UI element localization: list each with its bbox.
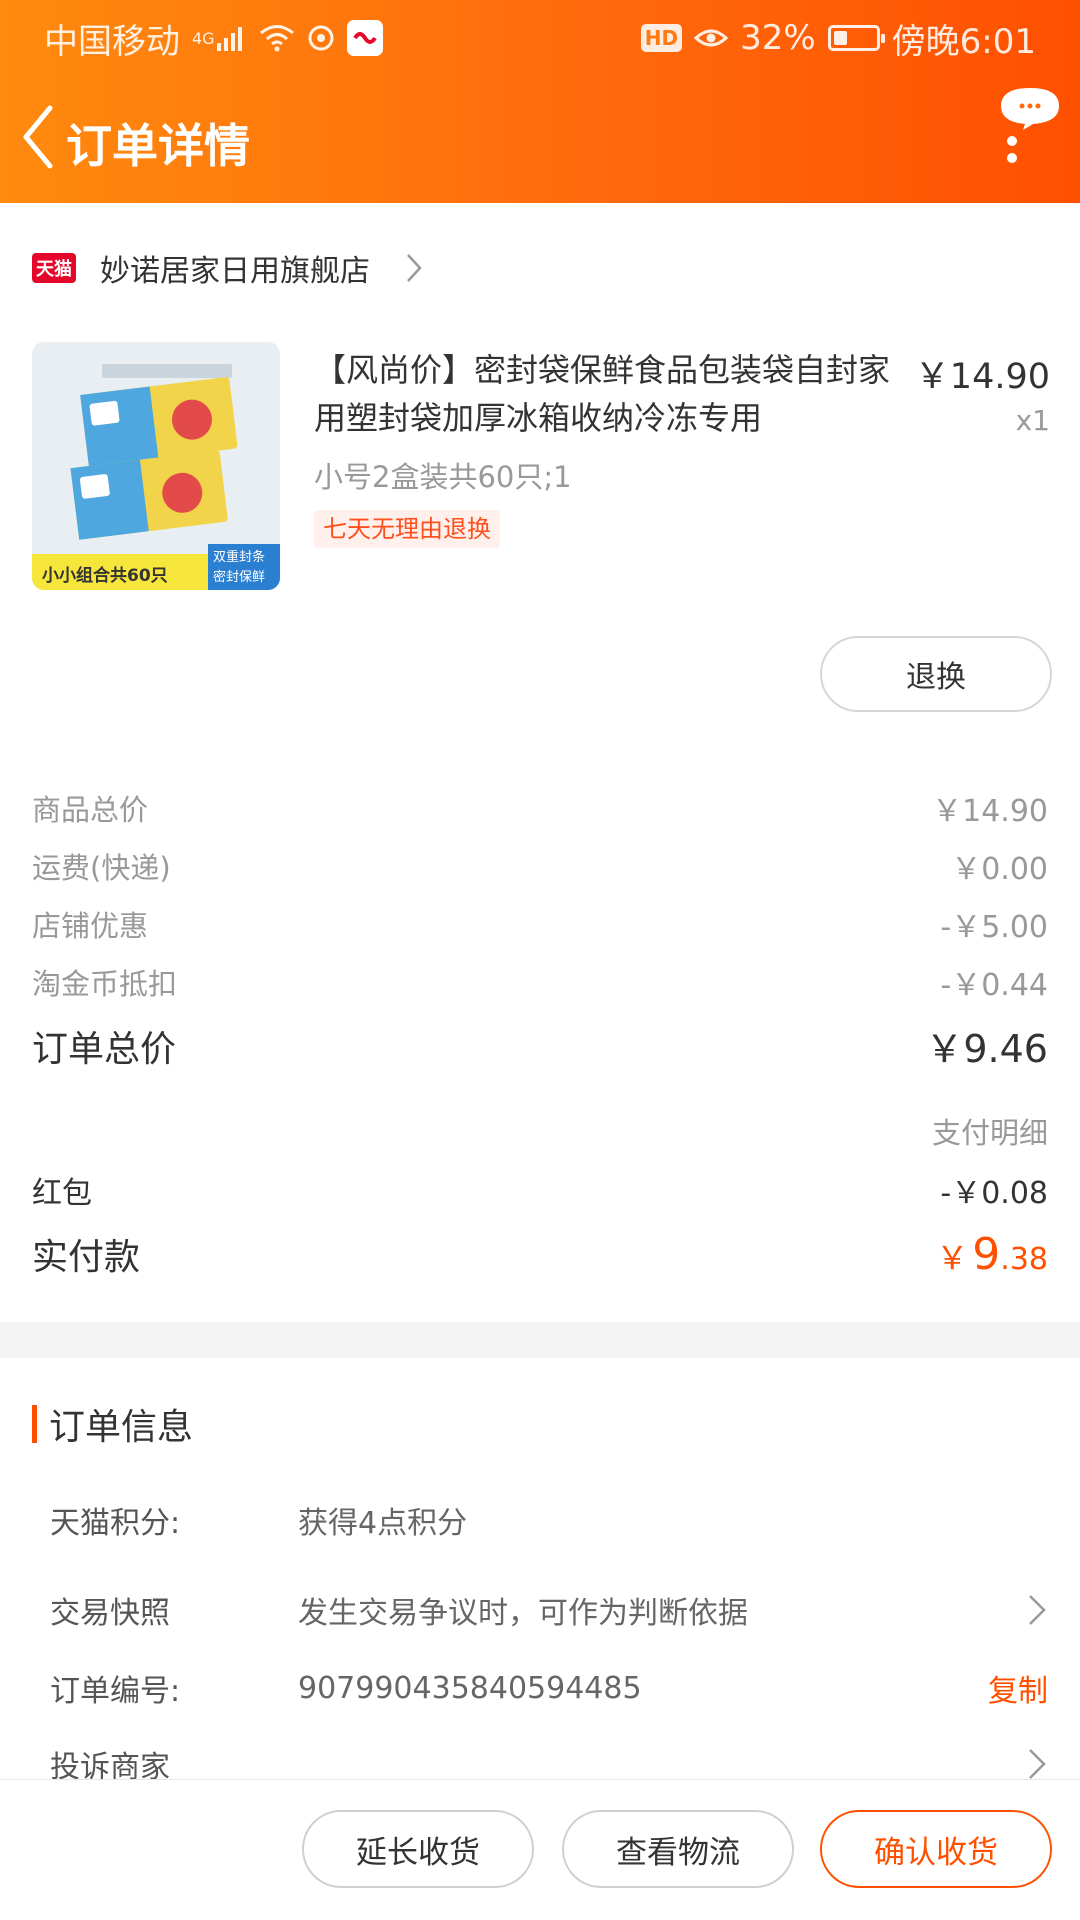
order-total-label: 订单总价 [32, 1028, 177, 1070]
chat-bubble-more-icon [1001, 88, 1059, 163]
product-image-badge-line1: 双重封条 [213, 550, 266, 565]
price-row-goods-total: 商品总价 ￥14.90 [32, 786, 1048, 830]
red-packet-value: -￥0.08 [940, 1176, 1048, 1211]
paid-currency: ￥ [936, 1238, 969, 1277]
nav-bar: 订单详情 [0, 80, 1080, 203]
paid-decimal: .38 [1000, 1241, 1048, 1277]
accent-bar [32, 1405, 37, 1443]
wifi-icon [259, 24, 295, 52]
status-bar: 中国移动 4G HD 32% 傍晚6:01 [0, 0, 1080, 76]
price-row-coin-deduction: 淘金币抵扣 -￥0.44 [32, 960, 1048, 1004]
battery-icon [827, 25, 885, 51]
sync-icon [307, 24, 335, 52]
order-info-title: 订单信息 [49, 1407, 194, 1448]
carrier-label: 中国移动 [44, 21, 180, 62]
info-row-points: 天猫积分: 获得4点积分 [50, 1498, 1048, 1542]
paid-amount-row: 实付款 ￥ 9 .38 [32, 1228, 1048, 1280]
status-right: HD 32% 傍晚6:01 [640, 14, 1036, 63]
network-type: 4G [192, 28, 215, 48]
bottom-action-bar: 延长收货 查看物流 确认收货 [0, 1779, 1080, 1920]
shop-name: 妙诺居家日用旗舰店 [100, 254, 370, 289]
product-image-badge-line2: 密封保鲜 [213, 570, 266, 585]
return-exchange-button[interactable]: 退换 [820, 636, 1052, 712]
more-menu-button[interactable] [995, 84, 1065, 164]
product-title[interactable]: 【风尚价】密封袋保鲜食品包装袋自封家用塑封袋加厚冰箱收纳冷冻专用 [314, 346, 904, 442]
page-title: 订单详情 [66, 119, 250, 173]
chevron-right-icon [1029, 1749, 1046, 1779]
order-info-header: 订单信息 [32, 1398, 193, 1450]
info-row-order-number: 订单编号: 907990435840594485 复制 [50, 1666, 1048, 1710]
product-price: ￥14.90 [914, 357, 1050, 397]
paid-amount-label: 实付款 [32, 1237, 141, 1278]
price-row-shipping: 运费(快递) ￥0.00 [32, 844, 1048, 888]
product-quantity: x1 [1015, 404, 1050, 437]
info-key: 天猫积分: [50, 1506, 181, 1541]
hd-badge: HD [640, 24, 683, 52]
extend-receipt-button[interactable]: 延长收货 [302, 1810, 534, 1888]
clock: 傍晚6:01 [891, 21, 1036, 62]
paid-amount-value: ￥ 9 .38 [936, 1229, 1048, 1280]
back-button[interactable] [16, 102, 60, 172]
price-value: ￥14.90 [932, 794, 1048, 829]
price-label: 淘金币抵扣 [32, 967, 178, 1001]
price-row-shop-discount: 店铺优惠 -￥5.00 [32, 902, 1048, 946]
chevron-right-icon [407, 254, 422, 282]
order-total-row: 订单总价 ￥9.46 [32, 1018, 1048, 1073]
info-value: 907990435840594485 [298, 1670, 642, 1706]
red-packet-row: 红包 -￥0.08 [32, 1168, 1048, 1212]
price-value: ￥0.00 [951, 852, 1048, 887]
signal-icon: 4G [192, 25, 247, 51]
info-key: 订单编号: [50, 1674, 181, 1709]
eye-comfort-icon [694, 26, 729, 50]
paid-integer: 9 [972, 1228, 1001, 1280]
price-label: 店铺优惠 [32, 909, 149, 943]
payment-detail-link[interactable]: 支付明细 [932, 1110, 1048, 1152]
product-sku: 小号2盒装共60只;1 [314, 460, 572, 494]
red-packet-label: 红包 [32, 1176, 92, 1211]
copy-button[interactable]: 复制 [988, 1666, 1048, 1710]
tmall-badge: 天猫 [32, 253, 76, 283]
view-logistics-button[interactable]: 查看物流 [562, 1810, 794, 1888]
header: 中国移动 4G HD 32% 傍晚6:01 订单详情 [0, 0, 1080, 203]
price-value: -￥5.00 [940, 910, 1048, 945]
taobao-app-icon [346, 20, 383, 56]
info-value: 发生交易争议时，可作为判断依据 [298, 1596, 748, 1631]
price-label: 运费(快递) [32, 851, 171, 885]
section-divider [0, 1322, 1080, 1358]
price-label: 商品总价 [32, 793, 149, 827]
chevron-right-icon [1029, 1595, 1046, 1625]
product-image-caption: 小小组合共60只 [42, 566, 168, 586]
battery-percent: 32% [740, 18, 816, 58]
chevron-left-icon [23, 105, 53, 169]
info-row-snapshot[interactable]: 交易快照 发生交易争议时，可作为判断依据 [50, 1588, 1048, 1632]
confirm-receipt-button[interactable]: 确认收货 [820, 1810, 1052, 1888]
return-policy-tag: 七天无理由退换 [314, 510, 500, 548]
order-total-value: ￥9.46 [925, 1027, 1048, 1071]
status-left: 中国移动 4G [44, 14, 383, 63]
info-value: 获得4点积分 [298, 1506, 468, 1541]
product-image[interactable]: 小小组合共60只 双重封条 密封保鲜 [32, 342, 280, 590]
price-value: -￥0.44 [940, 968, 1048, 1003]
info-key: 交易快照 [50, 1596, 170, 1631]
shop-row[interactable]: 天猫 妙诺居家日用旗舰店 [32, 240, 424, 296]
